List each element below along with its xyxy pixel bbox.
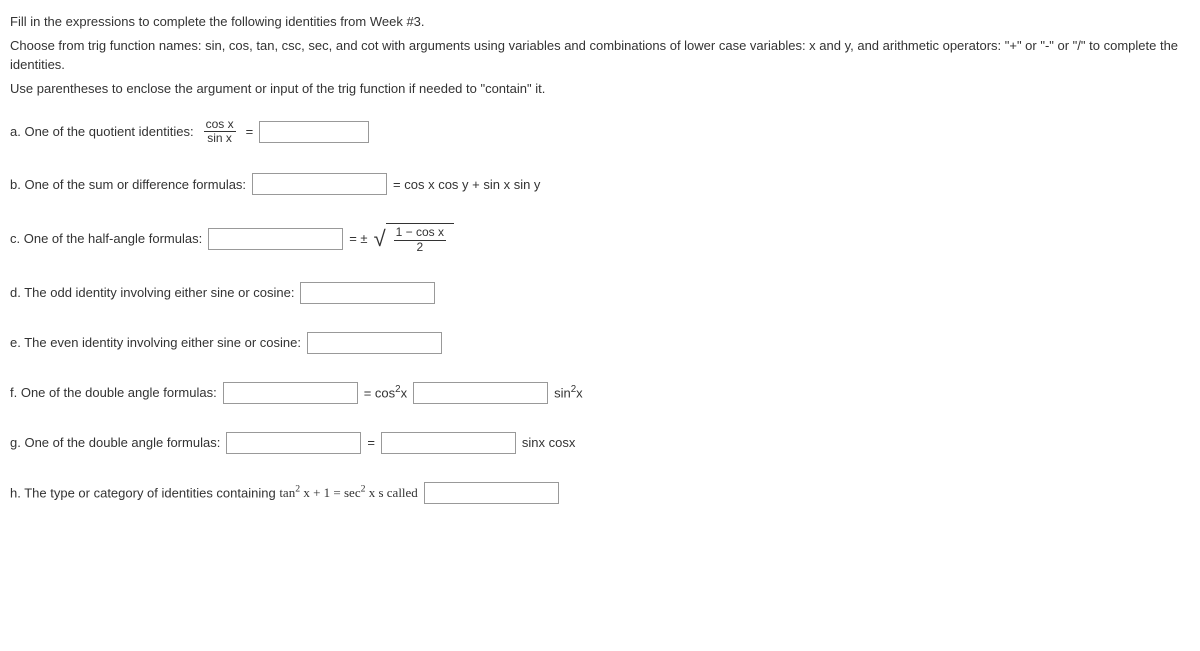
equals-a: = [246, 122, 254, 142]
intro-line-3: Use parentheses to enclose the argument … [10, 79, 1190, 99]
label-a: a. One of the quotient identities: [10, 122, 194, 142]
label-h: h. The type or category of identities co… [10, 483, 418, 503]
h-mid: x + 1 = sec [300, 485, 361, 500]
question-g: g. One of the double angle formulas: = s… [10, 432, 1190, 454]
h-tan: tan [279, 485, 295, 500]
input-g-2[interactable] [381, 432, 516, 454]
equals-g: = [367, 433, 375, 453]
label-b: b. One of the sum or difference formulas… [10, 175, 246, 195]
fraction-den: sin x [205, 132, 234, 145]
h-after: x s called [365, 485, 417, 500]
input-c[interactable] [208, 228, 343, 250]
f-mid1: = cos2x [364, 383, 407, 403]
f-mid2: sin2x [554, 383, 583, 403]
label-c: c. One of the half-angle formulas: [10, 229, 202, 249]
f-mid1-after: x [401, 385, 408, 400]
h-expr: tan2 x + 1 = sec2 x s called [279, 485, 418, 500]
label-g: g. One of the double angle formulas: [10, 433, 220, 453]
question-d: d. The odd identity involving either sin… [10, 282, 1190, 304]
f-mid2-text: sin [554, 385, 571, 400]
question-h: h. The type or category of identities co… [10, 482, 1190, 504]
halfangle-num: 1 − cos x [394, 226, 446, 240]
fraction-cosx-sinx: cos x sin x [204, 118, 236, 145]
halfangle-den: 2 [414, 241, 425, 254]
label-f: f. One of the double angle formulas: [10, 383, 217, 403]
input-f-1[interactable] [223, 382, 358, 404]
sqrt-wrapper: √ 1 − cos x 2 [374, 223, 454, 253]
h-label-before: h. The type or category of identities co… [10, 485, 279, 500]
input-f-2[interactable] [413, 382, 548, 404]
f-mid2-after: x [576, 385, 583, 400]
input-h[interactable] [424, 482, 559, 504]
question-c: c. One of the half-angle formulas: = ± √… [10, 223, 1190, 253]
rhs-b: = cos x cos y + sin x sin y [393, 175, 540, 195]
input-d[interactable] [300, 282, 435, 304]
radical-icon: √ [374, 228, 386, 250]
intro-line-2: Choose from trig function names: sin, co… [10, 36, 1190, 75]
fraction-half-angle: 1 − cos x 2 [394, 226, 446, 253]
label-e: e. The even identity involving either si… [10, 333, 301, 353]
input-e[interactable] [307, 332, 442, 354]
input-b[interactable] [252, 173, 387, 195]
rhs-g: sinx cosx [522, 433, 575, 453]
input-g-1[interactable] [226, 432, 361, 454]
intro-block: Fill in the expressions to complete the … [10, 12, 1190, 98]
question-e: e. The even identity involving either si… [10, 332, 1190, 354]
question-b: b. One of the sum or difference formulas… [10, 173, 1190, 195]
input-a[interactable] [259, 121, 369, 143]
fraction-num: cos x [204, 118, 236, 132]
intro-line-1: Fill in the expressions to complete the … [10, 12, 1190, 32]
question-a: a. One of the quotient identities: cos x… [10, 118, 1190, 145]
equals-c: = ± [349, 229, 367, 249]
question-f: f. One of the double angle formulas: = c… [10, 382, 1190, 404]
radicand: 1 − cos x 2 [386, 223, 454, 253]
f-mid1-text: = cos [364, 385, 395, 400]
label-d: d. The odd identity involving either sin… [10, 283, 294, 303]
